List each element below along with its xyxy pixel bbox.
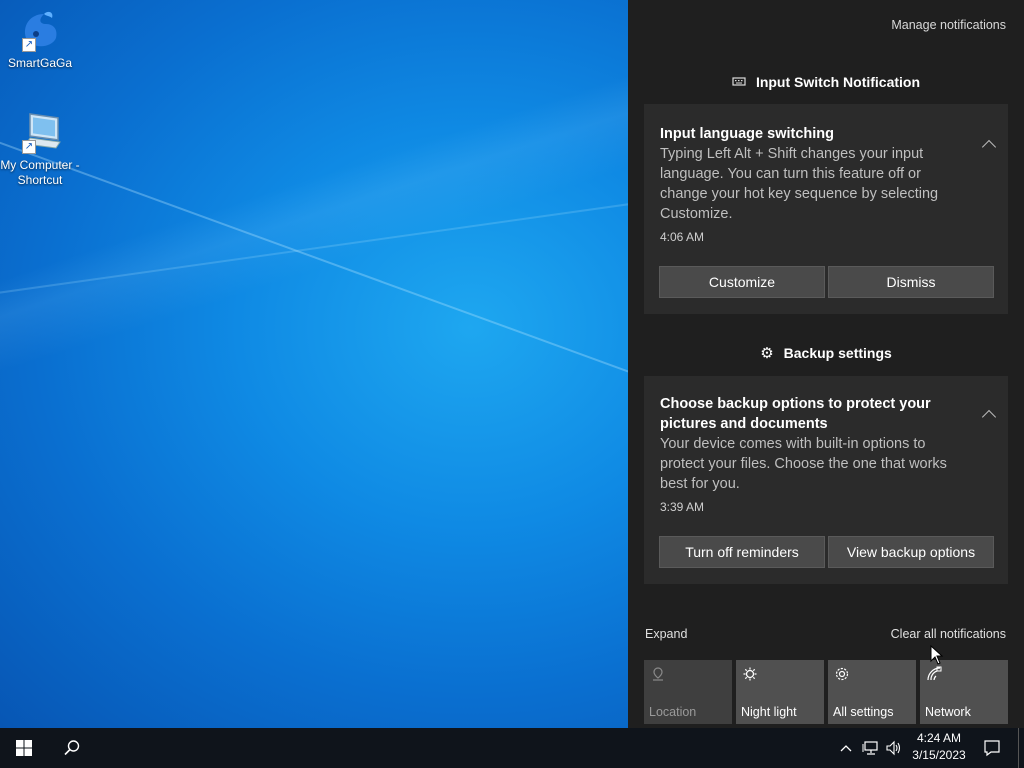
desktop-icon-my-computer[interactable]: ↗ My Computer - Shortcut [0, 110, 80, 188]
volume-tray-button[interactable] [884, 728, 904, 768]
gear-icon: ⚙ [760, 345, 774, 362]
quick-action-all-settings[interactable]: All settings [828, 660, 916, 724]
show-desktop-button[interactable] [1018, 728, 1019, 768]
group-title: Backup settings [783, 345, 892, 361]
search-button[interactable] [48, 728, 96, 768]
computer-icon: ↗ [16, 110, 64, 156]
keyboard-icon [732, 77, 746, 86]
notification-body: Your device comes with built-in options … [660, 436, 947, 492]
search-icon [64, 740, 80, 756]
mouse-cursor-icon [930, 645, 944, 665]
start-button[interactable] [0, 728, 48, 768]
network-tray-button[interactable] [860, 728, 882, 768]
notification-group-header[interactable]: Input Switch Notification [628, 74, 1024, 90]
tile-label: Network [925, 705, 971, 719]
desktop-icon-smartgaga[interactable]: ↗ SmartGaGa [0, 8, 80, 71]
turn-off-reminders-button[interactable]: Turn off reminders [659, 536, 825, 568]
network-icon [927, 666, 942, 681]
manage-notifications-link[interactable]: Manage notifications [891, 18, 1006, 32]
notification-group-header[interactable]: ⚙ Backup settings [628, 344, 1024, 362]
clear-all-notifications-link[interactable]: Clear all notifications [891, 627, 1006, 641]
notification-time: 4:06 AM [660, 230, 705, 244]
view-backup-options-button[interactable]: View backup options [828, 536, 994, 568]
customize-button[interactable]: Customize [659, 266, 825, 298]
desktop-icon-label: SmartGaGa [7, 56, 73, 70]
location-icon [653, 667, 663, 681]
clock-date: 3/15/2023 [912, 748, 966, 762]
group-title: Input Switch Notification [755, 74, 921, 90]
network-icon [862, 741, 878, 755]
notification-card[interactable]: Choose backup options to protect your pi… [644, 376, 1008, 584]
taskbar: 4:24 AM 3/15/2023 [0, 728, 1024, 768]
notification-title: Input language switching [660, 126, 834, 142]
action-center-panel: Manage notifications Input Switch Notifi… [628, 0, 1024, 728]
notification-body: Typing Left Alt + Shift changes your inp… [660, 146, 939, 222]
expand-link[interactable]: Expand [645, 627, 687, 641]
collapse-chevron-icon[interactable] [981, 139, 997, 155]
show-hidden-icons-button[interactable] [836, 728, 856, 768]
dismiss-button[interactable]: Dismiss [828, 266, 994, 298]
tile-label: Night light [741, 705, 797, 719]
notification-title: Choose backup options to protect your pi… [660, 396, 931, 432]
desktop-icon-label: My Computer - Shortcut [0, 158, 80, 187]
volume-icon [886, 740, 901, 756]
tile-label: Location [649, 705, 697, 719]
quick-action-location[interactable]: Location [644, 660, 732, 724]
night-light-icon [743, 667, 757, 681]
chevron-up-icon [840, 745, 852, 752]
quick-action-network[interactable]: Network [920, 660, 1008, 724]
taskbar-clock[interactable]: 4:24 AM 3/15/2023 [906, 730, 972, 764]
gear-icon [835, 667, 849, 681]
shortcut-arrow-icon: ↗ [22, 140, 36, 154]
windows-logo-icon [16, 740, 32, 756]
shortcut-arrow-icon: ↗ [22, 38, 36, 52]
notification-card[interactable]: Input language switching Typing Left Alt… [644, 104, 1008, 314]
clock-time: 4:24 AM [916, 731, 962, 745]
smartgaga-icon: ↗ [16, 8, 64, 54]
notifications-icon [984, 740, 1000, 757]
action-center-button[interactable] [976, 728, 1008, 768]
tile-label: All settings [833, 705, 894, 719]
desktop-wallpaper: ↗ SmartGaGa ↗ My Computer - Shortcut [0, 0, 628, 728]
notification-time: 3:39 AM [660, 500, 705, 514]
wallpaper-light-beam [0, 188, 628, 302]
wallpaper-light-beam [0, 120, 628, 396]
collapse-chevron-icon[interactable] [981, 409, 997, 425]
quick-action-night-light[interactable]: Night light [736, 660, 824, 724]
